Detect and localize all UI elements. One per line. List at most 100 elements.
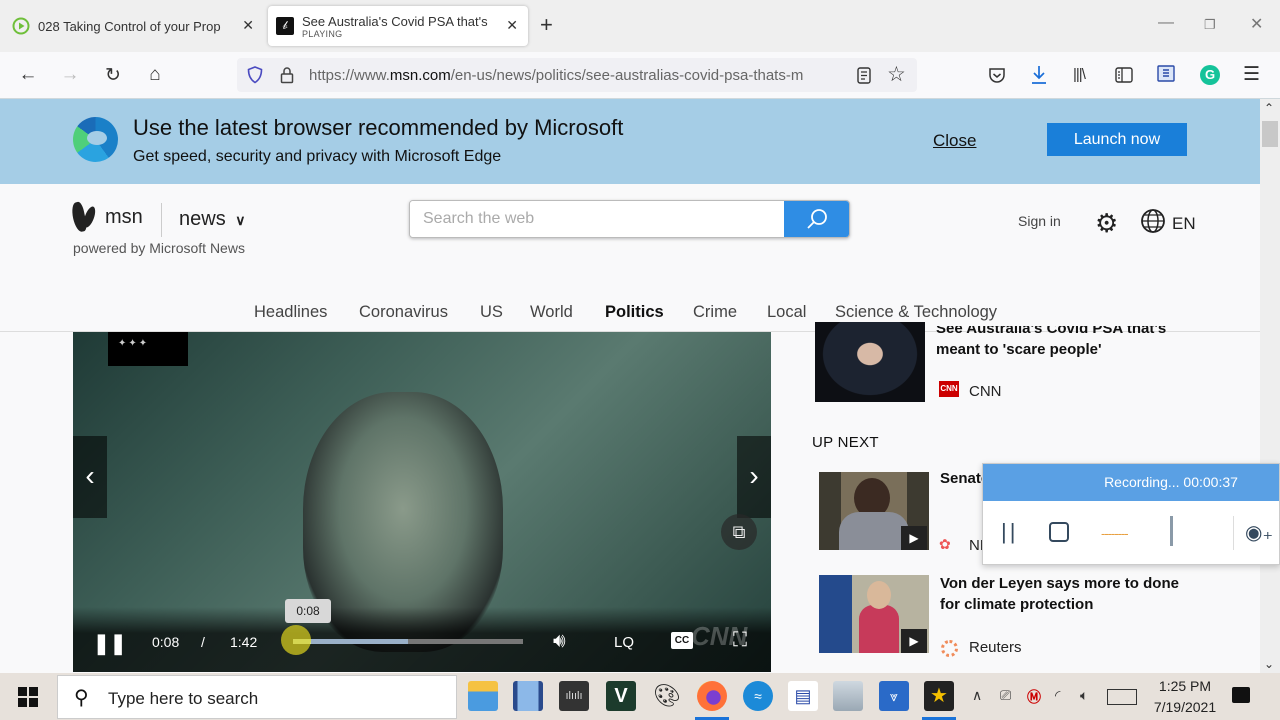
url-path: /en-us/news/politics/see-australias-covi… <box>450 67 804 84</box>
reload-icon[interactable]: ↻ <box>101 64 125 87</box>
mcafee-icon[interactable]: Ⓜ <box>1027 687 1041 707</box>
search-input[interactable] <box>410 201 785 237</box>
close-tab-icon[interactable]: ✕ <box>506 17 518 34</box>
msn-logo[interactable]: msn <box>73 202 143 232</box>
time-separator: / <box>201 634 205 650</box>
minimize-button[interactable]: — <box>1158 14 1174 32</box>
captions-button[interactable]: CC <box>671 632 693 649</box>
current-video-thumbnail[interactable] <box>815 322 925 402</box>
play-circle-icon <box>12 17 30 35</box>
nav-us[interactable]: US <box>480 303 503 322</box>
recorder-stop-icon[interactable] <box>1049 522 1069 542</box>
sidebar-icon[interactable] <box>1115 67 1133 83</box>
navigation-toolbar: ← → ↻ ⌂ https://www.msn.com/en-us/news/p… <box>0 52 1280 99</box>
volume-icon[interactable]: 🔊︎ <box>553 630 566 653</box>
up-next-thumbnail[interactable]: ▶ <box>819 575 929 653</box>
close-tab-icon[interactable]: ✕ <box>242 17 254 34</box>
close-window-button[interactable]: ✕ <box>1250 14 1263 34</box>
video-player[interactable]: ✦✦✦ ‹ › ⧉ CNN ❚❚ 0:08 / 1:42 0:08 🔊︎ LQ … <box>73 332 771 672</box>
notifications-icon[interactable] <box>1232 687 1250 703</box>
menu-icon[interactable]: ☰ <box>1243 63 1260 86</box>
home-icon[interactable]: ⌂ <box>143 64 167 86</box>
nav-coronavirus[interactable]: Coronavirus <box>359 303 448 322</box>
meet-now-icon[interactable]: ⎚ <box>1000 687 1011 704</box>
video-editor-icon[interactable] <box>513 681 543 711</box>
tab-msn-video[interactable]: 𝒷 See Australia's Covid PSA that's PLAYI… <box>268 6 528 46</box>
notes-icon[interactable]: ▤ <box>788 681 818 711</box>
reuters-logo-icon <box>941 640 958 657</box>
v-app-icon[interactable]: V <box>606 681 636 711</box>
next-video-button[interactable]: › <box>737 436 771 518</box>
grammarly-icon[interactable]: G <box>1200 65 1220 85</box>
nav-science-technology[interactable]: Science & Technology <box>835 303 997 322</box>
up-next-source: Reuters <box>969 639 1022 656</box>
volume-tray-icon[interactable]: 🔈︎ <box>1080 687 1088 704</box>
banner-close-link[interactable]: Close <box>933 131 976 151</box>
shield-icon[interactable] <box>247 66 263 84</box>
keyboard-icon[interactable] <box>1107 689 1137 705</box>
up-next-thumbnail[interactable]: ▶ <box>819 472 929 550</box>
url-bar[interactable]: https://www.msn.com/en-us/news/politics/… <box>237 58 917 92</box>
back-icon[interactable]: ← <box>16 64 40 86</box>
scanner-icon[interactable] <box>833 681 863 711</box>
lock-icon[interactable] <box>280 66 294 84</box>
new-tab-button[interactable]: + <box>540 12 553 38</box>
page-scrollbar[interactable]: ⌃ ⌄ <box>1260 99 1280 673</box>
reader-view-icon[interactable] <box>857 67 871 84</box>
bookmark-star-icon[interactable]: ☆ <box>887 62 906 87</box>
previous-video-button[interactable]: ‹ <box>73 436 107 518</box>
search-icon: ⚲ <box>74 687 89 709</box>
fullscreen-icon[interactable]: ⛶ <box>733 629 747 652</box>
up-next-title[interactable]: Von der Leyen says more to done for clim… <box>940 573 1180 615</box>
recorder-pause-icon[interactable]: || <box>1001 519 1018 545</box>
clock-date[interactable]: 7/19/2021 <box>1145 699 1225 715</box>
msn-butterfly-icon <box>73 202 97 232</box>
openoffice-icon[interactable]: ≈ <box>743 681 773 711</box>
section-dropdown[interactable]: news ∨ <box>179 208 246 231</box>
taskbar-search-box[interactable]: ⚲ Type here to search <box>57 675 457 719</box>
clock-time[interactable]: 1:25 PM <box>1155 678 1215 694</box>
picture-in-picture-icon[interactable]: ⧉ <box>721 514 757 550</box>
windows-start-icon[interactable] <box>18 687 38 707</box>
nav-local[interactable]: Local <box>767 303 806 322</box>
sign-in-link[interactable]: Sign in <box>1018 213 1061 229</box>
seek-tooltip: 0:08 <box>285 599 331 623</box>
nav-politics[interactable]: Politics <box>605 303 664 322</box>
search-button[interactable] <box>784 201 849 237</box>
download-icon[interactable] <box>1030 65 1048 85</box>
nav-world[interactable]: World <box>530 303 573 322</box>
paint-icon[interactable]: 🎨︎ <box>652 681 682 711</box>
quality-button[interactable]: LQ <box>614 634 634 651</box>
file-explorer-icon[interactable] <box>468 681 498 711</box>
show-hidden-icons[interactable]: ∧ <box>972 687 982 704</box>
pause-icon[interactable]: ❚❚ <box>93 631 127 656</box>
url-text[interactable]: https://www.msn.com/en-us/news/politics/… <box>309 67 849 84</box>
scrollbar-thumb[interactable] <box>1262 121 1278 147</box>
scroll-up-icon[interactable]: ⌃ <box>1264 101 1274 115</box>
banner-title: Use the latest browser recommended by Mi… <box>133 115 624 140</box>
pocket-icon[interactable] <box>988 67 1006 84</box>
library-icon[interactable]: |||\ <box>1073 66 1086 83</box>
restore-button[interactable]: ❐ <box>1204 17 1216 33</box>
seek-bar[interactable] <box>293 639 523 644</box>
webcam-add-icon[interactable]: ◉₊ <box>1245 520 1273 545</box>
globe-icon[interactable] <box>1140 208 1166 234</box>
movie-maker-icon[interactable]: ★ <box>924 681 954 711</box>
audio-editor-icon[interactable]: ılıılı <box>559 681 589 711</box>
wifi-icon[interactable]: ◜ <box>1055 687 1060 704</box>
firefox-icon[interactable] <box>697 681 727 711</box>
url-domain: msn.com <box>389 67 451 84</box>
launch-now-button[interactable]: Launch now <box>1047 123 1187 156</box>
recorder-volume-slider[interactable] <box>1170 516 1188 546</box>
scroll-down-icon[interactable]: ⌄ <box>1264 657 1274 671</box>
tab-course-video[interactable]: 028 Taking Control of your Prop ✕ <box>6 6 264 46</box>
downloader-icon[interactable]: ⩔ <box>879 681 909 711</box>
tab-strip: 028 Taking Control of your Prop ✕ 𝒷 See … <box>0 0 1280 52</box>
seek-handle[interactable] <box>281 625 311 655</box>
forward-icon[interactable]: → <box>58 64 82 86</box>
settings-gear-icon[interactable]: ⚙ <box>1095 208 1118 239</box>
nav-headlines[interactable]: Headlines <box>254 303 327 322</box>
language-selector[interactable]: EN <box>1172 214 1196 234</box>
notes-extension-icon[interactable] <box>1157 65 1175 85</box>
nav-crime[interactable]: Crime <box>693 303 737 322</box>
